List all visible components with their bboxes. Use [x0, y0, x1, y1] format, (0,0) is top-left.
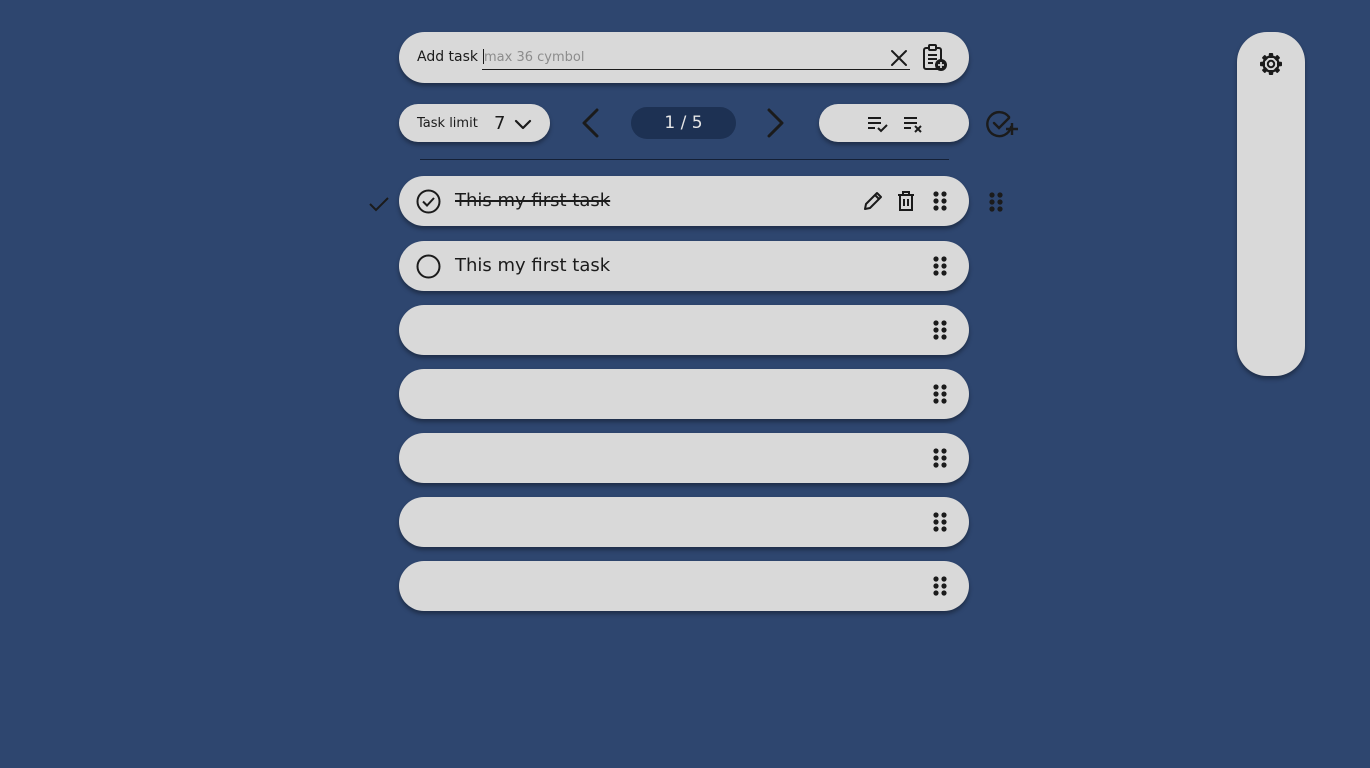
task-row[interactable]: This my first task [399, 241, 969, 291]
pencil-icon[interactable] [862, 190, 884, 212]
task-row[interactable] [399, 305, 969, 355]
drag-handle-icon[interactable] [929, 383, 951, 405]
task-row[interactable] [399, 561, 969, 611]
drag-handle-icon[interactable] [929, 447, 951, 469]
task-row[interactable] [399, 497, 969, 547]
gear-icon[interactable] [1258, 51, 1284, 77]
chevron-left-icon[interactable] [576, 106, 606, 140]
drag-handle-icon[interactable] [985, 191, 1007, 213]
task-limit-value: 7 [494, 113, 506, 134]
close-icon[interactable] [887, 46, 911, 70]
drag-handle-icon[interactable] [929, 511, 951, 533]
playlist-check-icon[interactable] [866, 112, 890, 136]
check-icon [368, 193, 390, 215]
bulk-actions-bar [819, 104, 969, 142]
chevron-down-icon[interactable] [512, 113, 534, 135]
chevron-right-icon[interactable] [760, 106, 790, 140]
text-caret [483, 49, 484, 64]
settings-panel [1237, 32, 1305, 376]
task-row[interactable]: This my first task [399, 176, 969, 226]
check-circle-add-icon[interactable] [985, 108, 1019, 140]
page-indicator: 1 / 5 [631, 107, 736, 139]
add-task-input[interactable] [482, 46, 910, 70]
task-row[interactable] [399, 433, 969, 483]
task-row[interactable] [399, 369, 969, 419]
task-text: This my first task [455, 255, 611, 276]
drag-handle-icon[interactable] [929, 575, 951, 597]
playlist-remove-icon[interactable] [902, 112, 926, 136]
add-task-label: Add task [417, 49, 479, 65]
drag-handle-icon[interactable] [929, 319, 951, 341]
task-text: This my first task [455, 190, 611, 211]
drag-handle-icon[interactable] [929, 190, 951, 212]
add-task-bar: Add task [399, 32, 969, 83]
task-limit-dropdown[interactable]: Task limit 7 [399, 104, 550, 142]
drag-handle-icon[interactable] [929, 255, 951, 277]
task-limit-label: Task limit [417, 116, 478, 131]
clipboard-add-icon[interactable] [919, 42, 951, 74]
circle-icon[interactable] [416, 254, 441, 279]
divider [420, 159, 949, 160]
check-circle-icon[interactable] [416, 189, 441, 214]
trash-icon[interactable] [895, 190, 917, 212]
